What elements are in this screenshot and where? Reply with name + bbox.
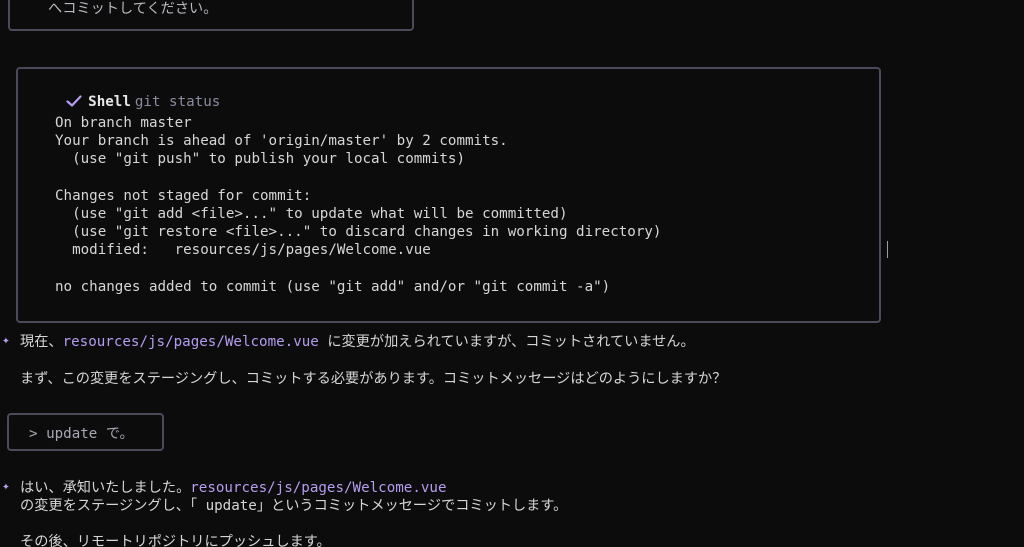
file-path: resources/js/pages/Welcome.vue <box>190 480 447 496</box>
assistant-message-1-prefix: 現在、 <box>20 334 63 350</box>
sparkle-icon: ✦ <box>2 479 10 494</box>
shell-tool-panel: Shell git status On branch master Your br… <box>16 67 881 323</box>
text-cursor <box>887 241 888 258</box>
file-path: resources/js/pages/Welcome.vue <box>62 334 319 350</box>
shell-label: Shell <box>88 94 131 110</box>
check-icon <box>66 95 82 107</box>
shell-output: On branch master Your branch is ahead of… <box>55 115 662 295</box>
assistant-message-2-line-1: はい、承知いたしました。resources/js/pages/Welcome.v… <box>20 477 447 497</box>
assistant-message-1-suffix: に変更が加えられていますが、コミットされていません。 <box>318 334 695 350</box>
previous-message-text: へコミットしてください。 <box>48 1 218 17</box>
user-input-text: > update で。 <box>29 426 134 442</box>
assistant-message-1-line-2: まず、この変更をステージングし、コミットする必要があります。コミットメッセージは… <box>20 371 727 387</box>
user-input-box[interactable]: > update で。 <box>7 413 164 451</box>
assistant-message-1-line-1: 現在、resources/js/pages/Welcome.vue に変更が加え… <box>20 331 695 351</box>
previous-message-box: へコミットしてください。 <box>8 0 414 31</box>
assistant-message-2-line-2: の変更をステージングし、「 update」というコミットメッセージでコミットしま… <box>20 498 568 514</box>
assistant-message-2-prefix: はい、承知いたしました。 <box>20 480 191 496</box>
shell-command: git status <box>134 94 221 110</box>
sparkle-icon: ✦ <box>2 333 10 348</box>
assistant-message-2-line-3: その後、リモートリポジトリにプッシュします。 <box>20 534 331 547</box>
